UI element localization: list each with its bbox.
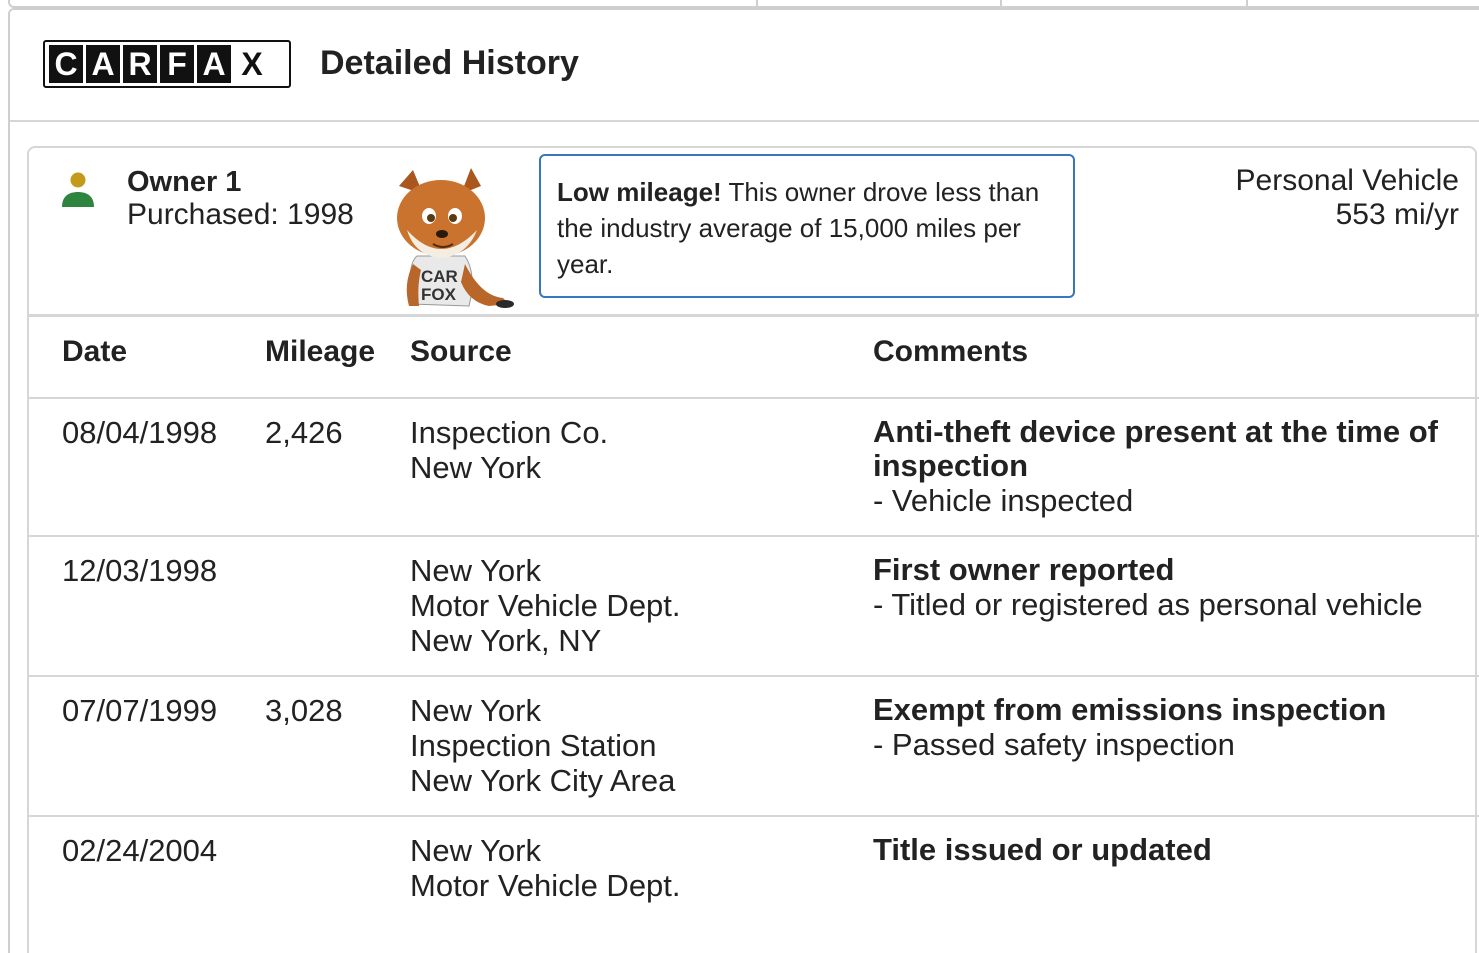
section-header: C A R F A X Detailed History	[10, 10, 1479, 122]
row-comments: Title issued or updated	[873, 833, 1453, 867]
logo-letter: R	[123, 45, 157, 83]
row-date: 07/07/1999	[62, 693, 218, 728]
row-source: New York Motor Vehicle Dept.	[410, 833, 681, 903]
low-mileage-callout: Low mileage! This owner drove less than …	[539, 154, 1075, 298]
comment-title: First owner reported	[873, 552, 1175, 587]
column-header-mileage: Mileage	[265, 335, 376, 368]
history-table: Date Mileage Source Comments 08/04/1998 …	[27, 314, 1479, 937]
vehicle-use-type: Personal Vehicle	[1235, 164, 1459, 197]
source-line: Motor Vehicle Dept.	[410, 588, 681, 623]
table-row: 12/03/1998 New York Motor Vehicle Dept. …	[27, 537, 1479, 677]
source-line: New York	[410, 450, 541, 485]
row-comments: First owner reported - Titled or registe…	[873, 553, 1453, 623]
source-line: New York	[410, 833, 541, 868]
comment-title: Exempt from emissions inspection	[873, 692, 1387, 727]
source-line: Inspection Co.	[410, 415, 609, 450]
logo-letter: X	[234, 45, 270, 83]
callout-highlight: Low mileage!	[557, 177, 722, 207]
page-title: Detailed History	[320, 44, 579, 82]
row-date: 08/04/1998	[62, 415, 218, 450]
table-row: 02/24/2004 New York Motor Vehicle Dept. …	[27, 817, 1479, 937]
source-line: New York	[410, 553, 541, 588]
logo-letter: A	[197, 45, 231, 83]
annual-mileage: 553 mi/yr	[1335, 198, 1459, 231]
column-header-source: Source	[410, 335, 512, 368]
column-header-comments: Comments	[873, 335, 1029, 368]
row-source: New York Motor Vehicle Dept. New York, N…	[410, 553, 681, 658]
row-source: Inspection Co. New York	[410, 415, 608, 485]
row-date: 12/03/1998	[62, 553, 218, 588]
svg-text:CAR: CAR	[421, 267, 458, 286]
table-row: 07/07/1999 3,028 New York Inspection Sta…	[27, 677, 1479, 817]
row-source: New York Inspection Station New York Cit…	[410, 693, 675, 798]
owner-purchased-year: Purchased: 1998	[127, 198, 354, 231]
logo-letter: A	[86, 45, 120, 83]
row-comments: Exempt from emissions inspection - Passe…	[873, 693, 1453, 763]
comment-title: Anti-theft device present at the time of…	[873, 414, 1438, 483]
tab-divider	[756, 0, 758, 6]
carfox-mascot-icon: CAR FOX	[397, 168, 514, 308]
source-line: New York	[410, 693, 541, 728]
detailed-history-panel: C A R F A X Detailed History Owner 1 Pur…	[8, 8, 1479, 953]
comment-item: - Titled or registered as personal vehic…	[873, 587, 1423, 622]
source-line: Motor Vehicle Dept.	[410, 868, 681, 903]
source-line: New York City Area	[410, 763, 676, 798]
owner-name: Owner 1	[127, 166, 242, 198]
comment-item: - Vehicle inspected	[873, 483, 1134, 518]
comment-title: Title issued or updated	[873, 832, 1212, 867]
logo-letter: C	[49, 45, 83, 83]
row-comments: Anti-theft device present at the time of…	[873, 415, 1453, 519]
source-line: New York, NY	[410, 623, 602, 658]
svg-text:FOX: FOX	[421, 285, 457, 304]
tab-divider	[1246, 0, 1248, 6]
row-mileage: 3,028	[265, 693, 343, 728]
person-icon	[62, 172, 94, 207]
row-date: 02/24/2004	[62, 833, 218, 868]
comment-item: - Passed safety inspection	[873, 727, 1235, 762]
table-header: Date Mileage Source Comments	[27, 317, 1479, 399]
table-row: 08/04/1998 2,426 Inspection Co. New York…	[27, 399, 1479, 537]
row-mileage: 2,426	[265, 415, 343, 450]
top-tab-strip	[8, 0, 1479, 8]
logo-letter: F	[160, 45, 194, 83]
carfax-logo: C A R F A X	[43, 40, 291, 88]
column-header-date: Date	[62, 335, 128, 368]
tab-divider	[1000, 0, 1002, 6]
owner-card: Owner 1 Purchased: 1998 CAR FOX Low mile…	[27, 146, 1479, 953]
source-line: Inspection Station	[410, 728, 657, 763]
